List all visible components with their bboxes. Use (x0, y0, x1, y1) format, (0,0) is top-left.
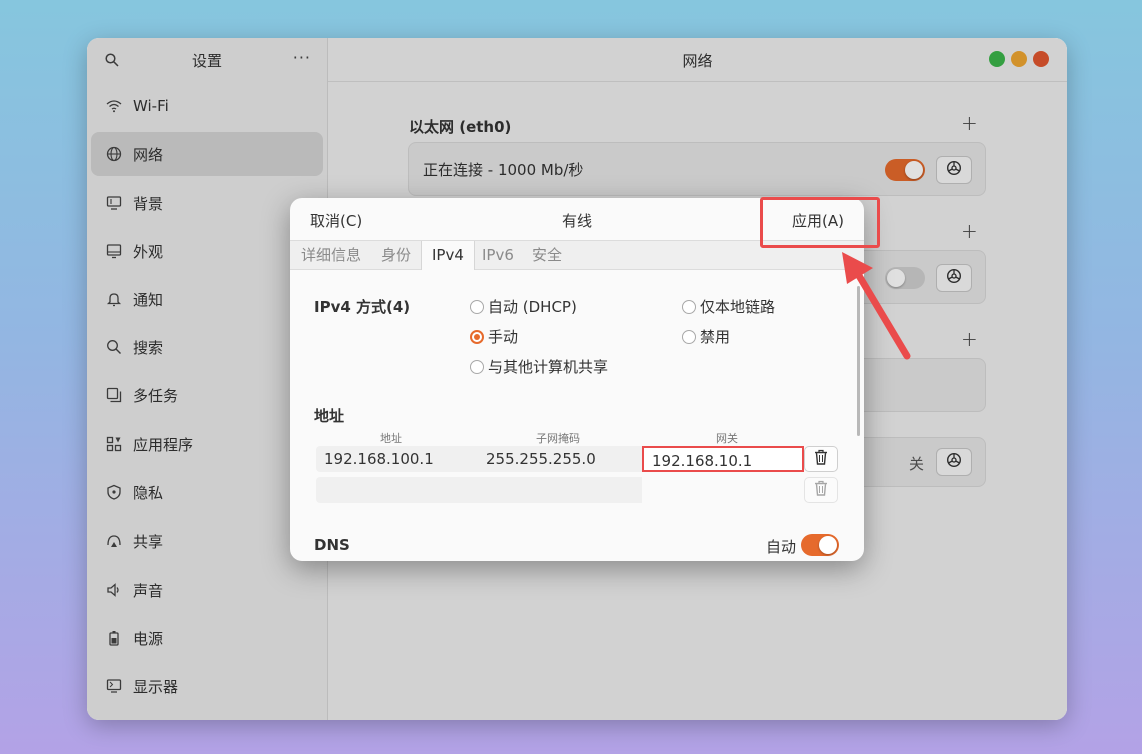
arrow-annotation (842, 252, 911, 360)
